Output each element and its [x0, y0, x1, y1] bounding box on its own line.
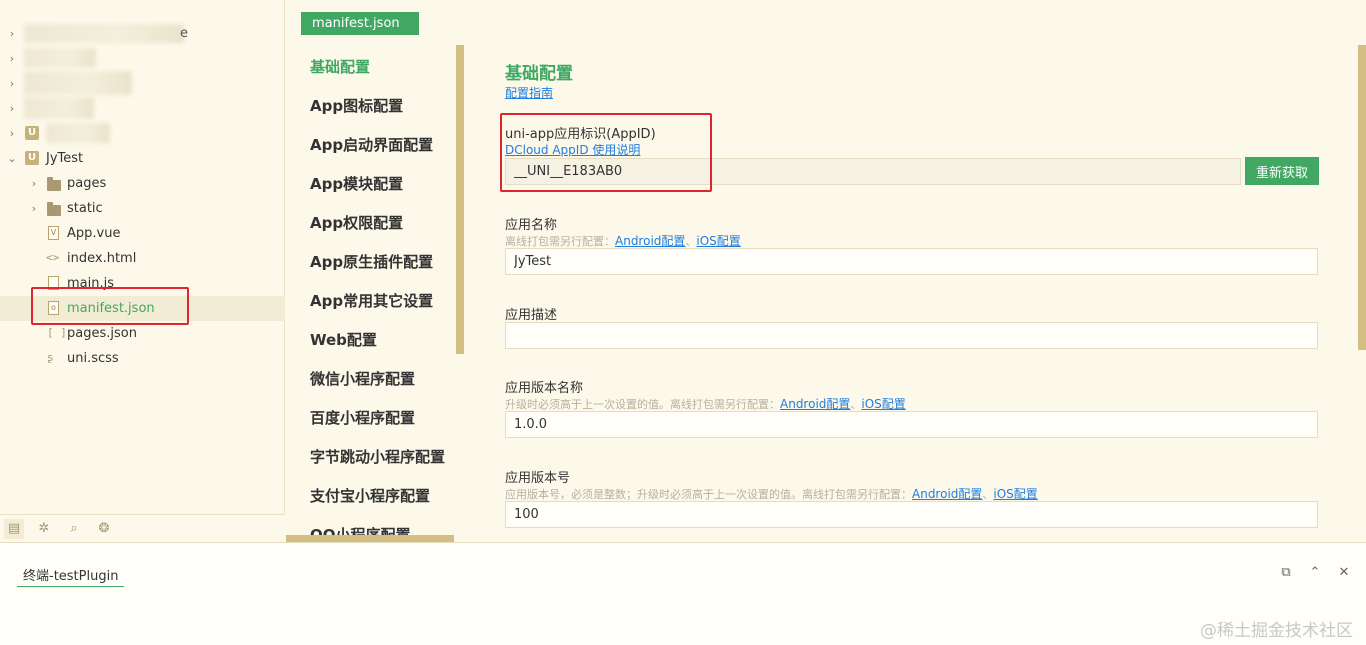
chevron-right-icon[interactable]: ›	[7, 102, 17, 115]
hint-text: 升级时必须高于上一次设置的值。离线打包需另行配置：	[505, 398, 780, 411]
tree-item-label: index.html	[67, 251, 137, 266]
chevron-right-icon[interactable]: ›	[7, 127, 17, 140]
search-view-icon[interactable]: ⌕	[64, 519, 84, 539]
tree-item-label: static	[67, 201, 103, 216]
nav-item-app-splash[interactable]: App启动界面配置	[310, 134, 433, 155]
nav-item-basic[interactable]: 基础配置	[310, 56, 370, 77]
ios-config-link[interactable]: iOS配置	[993, 487, 1037, 501]
vue-file-icon: V	[48, 226, 59, 240]
hint-separator: 、	[850, 398, 862, 411]
close-panel-icon[interactable]: ✕	[1334, 563, 1354, 583]
hint-separator: 、	[982, 488, 994, 501]
folder-icon	[47, 202, 61, 216]
tree-item-label: pages.json	[67, 326, 137, 341]
project-name: JyTest	[46, 151, 84, 166]
tree-row-project[interactable]: ⌄ U JyTest	[0, 146, 285, 171]
version-code-label: 应用版本号	[505, 471, 571, 486]
scss-file-icon: ʂ	[47, 351, 54, 364]
sidebar-view-tabs: ▤ ✲ ⌕ ❂	[0, 514, 285, 542]
refresh-appid-button[interactable]: 重新获取	[1245, 157, 1319, 185]
folder-icon	[47, 177, 61, 191]
nav-item-web[interactable]: Web配置	[310, 329, 377, 350]
nav-item-app-other[interactable]: App常用其它设置	[310, 290, 433, 311]
chevron-right-icon[interactable]: ›	[7, 52, 17, 65]
nav-horizontal-scrollbar[interactable]	[286, 535, 454, 542]
html-file-icon: <>	[46, 251, 60, 264]
chevron-right-icon[interactable]: ›	[7, 77, 17, 90]
tree-row-uni-scss[interactable]: ʂ uni.scss	[0, 346, 285, 371]
android-config-link[interactable]: Android配置	[912, 487, 982, 501]
chevron-up-icon[interactable]: ⌃	[1305, 563, 1325, 583]
tree-item-label: App.vue	[67, 226, 121, 241]
ios-config-link[interactable]: iOS配置	[861, 397, 905, 411]
form-scrollbar[interactable]	[1358, 45, 1366, 350]
redacted-block	[24, 71, 132, 95]
chevron-right-icon[interactable]: ›	[7, 27, 17, 40]
chevron-down-icon[interactable]: ⌄	[7, 152, 17, 165]
redacted-block	[46, 123, 110, 143]
project-view-icon[interactable]: ▤	[4, 519, 24, 539]
json-file-icon: [ ]	[47, 326, 67, 339]
version-code-hint: 应用版本号，必须是整数；升级时必须高于上一次设置的值。离线打包需另行配置：And…	[505, 485, 1038, 502]
app-desc-input[interactable]	[505, 322, 1318, 349]
chevron-right-icon[interactable]: ›	[29, 177, 39, 190]
watermark: @稀土掘金技术社区	[1200, 621, 1353, 641]
nav-item-app-modules[interactable]: App模块配置	[310, 173, 403, 194]
tree-row-redacted[interactable]: ›	[0, 96, 285, 121]
hint-text: 离线打包需另行配置：	[505, 235, 615, 248]
ios-config-link[interactable]: iOS配置	[696, 234, 740, 248]
new-terminal-icon[interactable]: ⧉	[1276, 563, 1296, 583]
uni-project-icon: U	[25, 151, 39, 165]
hint-text: 应用版本号，必须是整数；升级时必须高于上一次设置的值。离线打包需另行配置：	[505, 488, 912, 501]
nav-item-baidu[interactable]: 百度小程序配置	[310, 407, 415, 428]
version-name-input[interactable]	[505, 411, 1318, 438]
hint-separator: 、	[685, 235, 697, 248]
tree-row-app-vue[interactable]: V App.vue	[0, 221, 285, 246]
tree-row-redacted[interactable]: › U	[0, 121, 285, 146]
section-title: 基础配置	[505, 64, 573, 84]
app-desc-label: 应用描述	[505, 308, 558, 323]
tree-item-label: uni.scss	[67, 351, 119, 366]
tree-item-label: pages	[67, 176, 107, 191]
tree-row-redacted[interactable]: ›	[0, 71, 285, 96]
app-name-hint: 离线打包需另行配置：Android配置、iOS配置	[505, 232, 741, 249]
nav-item-toutiao[interactable]: 字节跳动小程序配置	[310, 446, 445, 467]
nav-item-alipay[interactable]: 支付宝小程序配置	[310, 485, 430, 506]
chevron-right-icon[interactable]: ›	[29, 202, 39, 215]
terminal-tab[interactable]: 终端-testPlugin	[17, 565, 125, 587]
debug-view-icon[interactable]: ✲	[34, 519, 54, 539]
tree-row-redacted[interactable]: › e	[0, 21, 285, 46]
redacted-block	[24, 97, 94, 119]
highlight-box-appid	[500, 113, 712, 192]
nav-item-app-permissions[interactable]: App权限配置	[310, 212, 403, 233]
nav-scrollbar[interactable]	[456, 45, 464, 354]
editor-tab-manifest[interactable]: manifest.json	[301, 12, 419, 35]
tree-partial-label: e	[180, 26, 188, 41]
project-explorer: › e › › › › U ⌄ U JyTest › pages › stati…	[0, 0, 285, 542]
manifest-config-nav: 基础配置 App图标配置 App启动界面配置 App模块配置 App权限配置 A…	[286, 45, 464, 542]
tree-row-pages-folder[interactable]: › pages	[0, 171, 285, 196]
nav-item-weixin[interactable]: 微信小程序配置	[310, 368, 415, 389]
app-name-label: 应用名称	[505, 218, 558, 233]
tree-row-static-folder[interactable]: › static	[0, 196, 285, 221]
plugin-view-icon[interactable]: ❂	[94, 519, 114, 539]
app-name-input[interactable]	[505, 248, 1318, 275]
terminal-panel: 终端-testPlugin ⧉ ⌃ ✕	[0, 542, 1366, 645]
version-name-label: 应用版本名称	[505, 381, 584, 396]
redacted-block	[24, 24, 184, 43]
nav-item-app-icon[interactable]: App图标配置	[310, 95, 403, 116]
version-code-input[interactable]	[505, 501, 1318, 528]
android-config-link[interactable]: Android配置	[780, 397, 850, 411]
android-config-link[interactable]: Android配置	[615, 234, 685, 248]
nav-item-app-native-plugins[interactable]: App原生插件配置	[310, 251, 433, 272]
tree-row-index-html[interactable]: <> index.html	[0, 246, 285, 271]
tree-row-redacted[interactable]: ›	[0, 46, 285, 71]
version-name-hint: 升级时必须高于上一次设置的值。离线打包需另行配置：Android配置、iOS配置	[505, 395, 906, 412]
guide-link[interactable]: 配置指南	[505, 84, 553, 101]
uni-project-icon: U	[25, 126, 39, 140]
redacted-block	[24, 48, 96, 68]
highlight-box-manifest	[31, 287, 189, 325]
